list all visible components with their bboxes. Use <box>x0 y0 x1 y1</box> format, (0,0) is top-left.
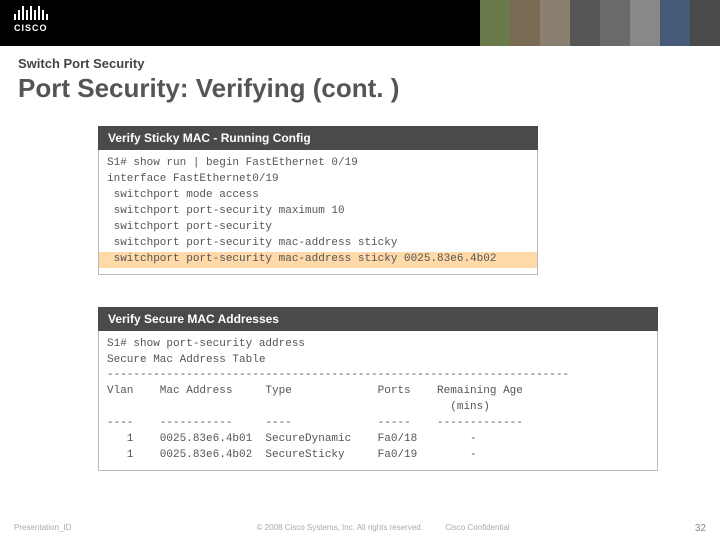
term2-line: Vlan Mac Address Type Ports Remaining Ag… <box>107 385 523 397</box>
footer-confidential: Cisco Confidential <box>445 523 509 532</box>
term1-line: switchport port-security <box>107 221 272 233</box>
terminal-output-2: S1# show port-security address Secure Ma… <box>98 331 658 472</box>
banner-people-strip <box>480 0 720 46</box>
breadcrumb: Switch Port Security <box>18 56 702 71</box>
top-banner: CISCO <box>0 0 720 46</box>
term2-line: (mins) <box>107 401 490 413</box>
term2-line: ----------------------------------------… <box>107 369 569 381</box>
term2-line: ---- ----------- ---- ----- ------------… <box>107 417 523 429</box>
footer-center: © 2008 Cisco Systems, Inc. All rights re… <box>71 523 695 534</box>
term2-line: S1# show port-security address <box>107 338 305 350</box>
term1-line-highlight: switchport port-security mac-address sti… <box>99 252 537 268</box>
term1-line: switchport mode access <box>107 189 259 201</box>
term2-line: 1 0025.83e6.4b02 SecureSticky Fa0/19 - <box>107 449 477 461</box>
cisco-logo: CISCO <box>0 0 48 33</box>
section2-header: Verify Secure MAC Addresses <box>98 307 658 331</box>
logo-bars-icon <box>14 6 48 20</box>
term1-line: S1# show run | begin FastEthernet 0/19 <box>107 157 358 169</box>
terminal-output-1: S1# show run | begin FastEthernet 0/19 i… <box>98 150 538 275</box>
section-sticky-mac: Verify Sticky MAC - Running Config S1# s… <box>98 126 702 275</box>
page-number: 32 <box>695 523 706 534</box>
term1-line: interface FastEthernet0/19 <box>107 173 279 185</box>
logo-text: CISCO <box>14 23 48 33</box>
term1-line: switchport port-security maximum 10 <box>107 205 345 217</box>
term2-line: 1 0025.83e6.4b01 SecureDynamic Fa0/18 - <box>107 433 477 445</box>
term1-line: switchport port-security mac-address sti… <box>107 237 397 249</box>
section-secure-addresses: Verify Secure MAC Addresses S1# show por… <box>98 307 702 472</box>
slide-content: Switch Port Security Port Security: Veri… <box>0 46 720 471</box>
page-title: Port Security: Verifying (cont. ) <box>18 73 702 104</box>
footer-copyright: © 2008 Cisco Systems, Inc. All rights re… <box>257 523 423 532</box>
section1-header: Verify Sticky MAC - Running Config <box>98 126 538 150</box>
term2-line: Secure Mac Address Table <box>107 354 265 366</box>
footer-left: Presentation_ID <box>14 523 71 534</box>
footer: Presentation_ID © 2008 Cisco Systems, In… <box>0 523 720 534</box>
